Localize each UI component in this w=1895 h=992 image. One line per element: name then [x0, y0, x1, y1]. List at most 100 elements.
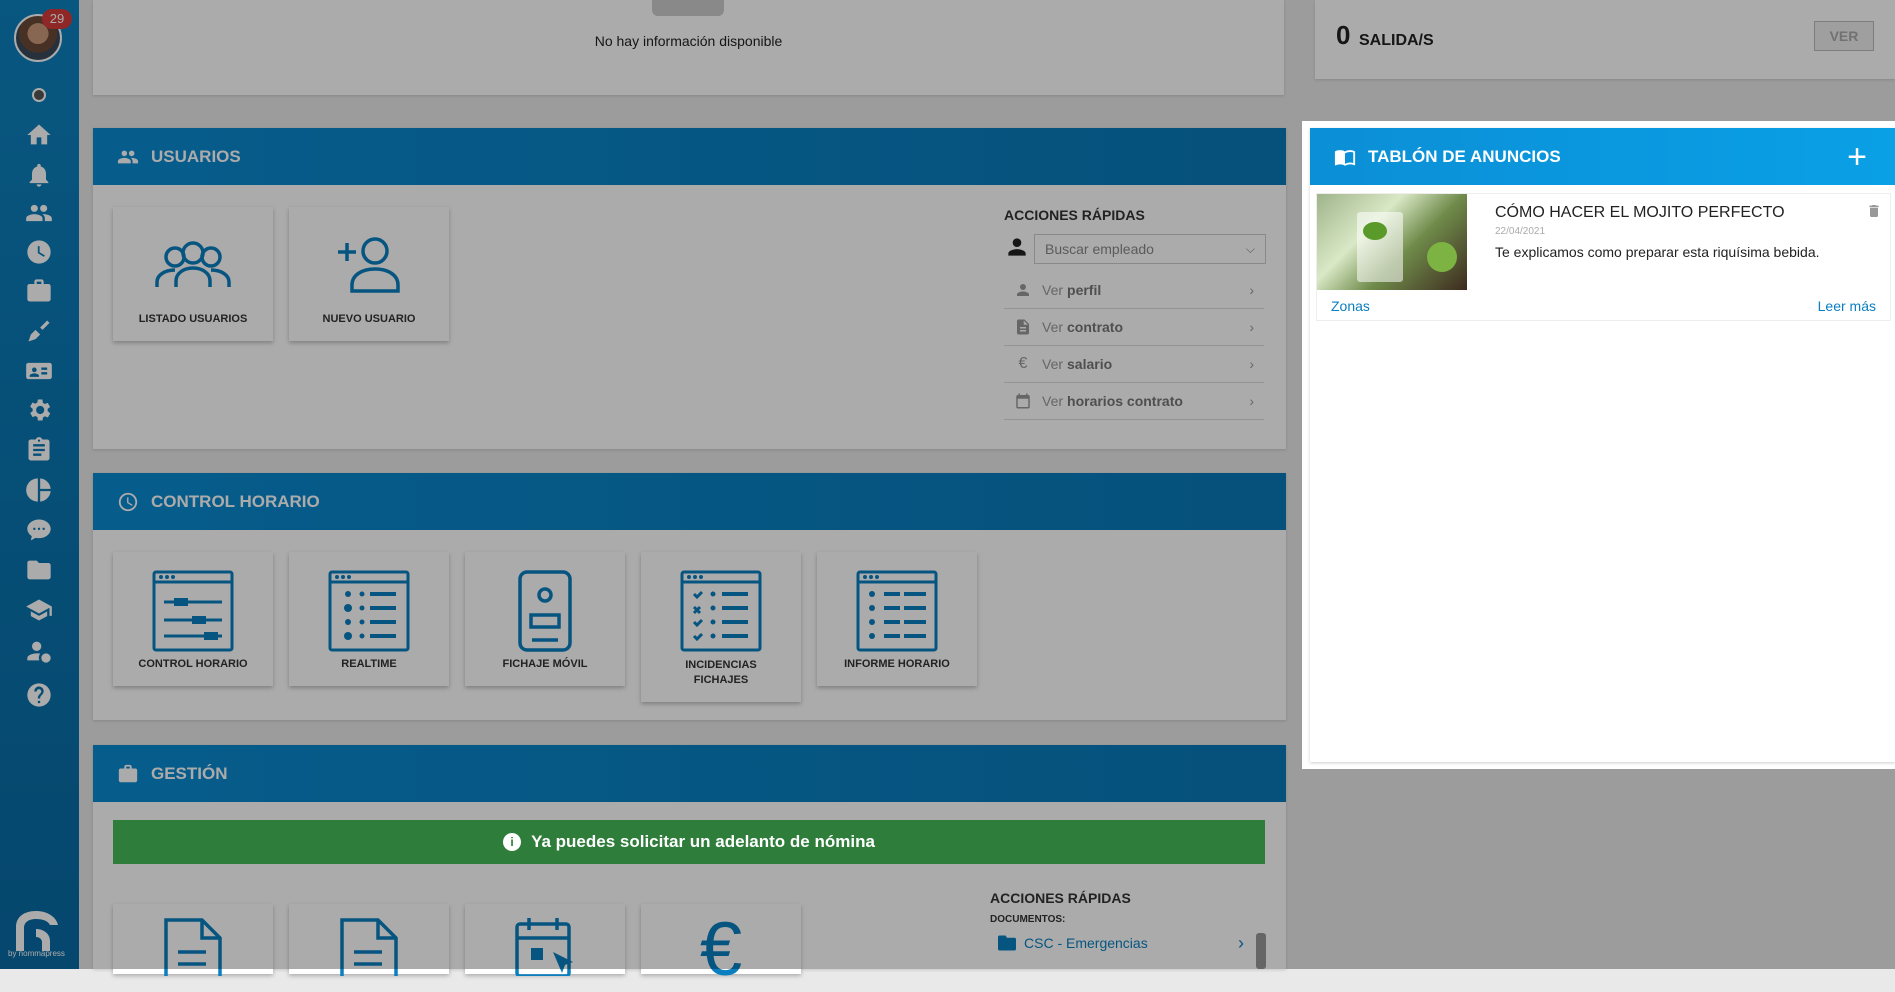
announcement-title: CÓMO HACER EL MOJITO PERFECTO — [1495, 204, 1785, 222]
document-icon — [338, 916, 400, 976]
exits-count: 0 — [1336, 20, 1350, 51]
mobile-phone-icon — [504, 570, 586, 652]
banner-text: Ya puedes solicitar un adelanto de nómin… — [531, 832, 875, 852]
documents-label: DOCUMENTOS: — [990, 914, 1065, 925]
quick-actions-title: ACCIONES RÁPIDAS — [990, 890, 1131, 906]
folder-icon — [998, 935, 1016, 951]
employee-search-placeholder: Buscar empleado — [1045, 241, 1154, 257]
realtime-list-icon — [328, 570, 410, 652]
chevron-right-icon: › — [1249, 282, 1254, 298]
announcements-title: TABLÓN DE ANUNCIOS — [1368, 147, 1561, 167]
document-name: CSC - Emergencias — [1024, 935, 1148, 951]
mojito-image — [1317, 194, 1467, 290]
action-label: contrato — [1067, 319, 1123, 335]
time-control-section: CONTROL HORARIO CONTROL HORARIO REALTIME… — [93, 473, 1286, 720]
tile-label: FICHAJE MÓVIL — [503, 657, 588, 672]
empty-placeholder-icon — [652, 0, 724, 16]
tile-label: LISTADO USUARIOS — [139, 312, 248, 327]
announcement-text: Te explicamos como preparar esta riquísi… — [1495, 244, 1820, 260]
document-icon — [1014, 318, 1032, 336]
employee-search-select[interactable]: Buscar empleado ⌵ — [1034, 234, 1266, 264]
scrollbar-thumb[interactable] — [1256, 933, 1266, 969]
tile-time-control[interactable]: CONTROL HORARIO — [113, 552, 273, 686]
euro-icon: € — [1014, 355, 1032, 373]
tile-time-report[interactable]: INFORME HORARIO — [817, 552, 977, 686]
management-title: GESTIÓN — [151, 764, 228, 784]
report-list-icon — [856, 570, 938, 652]
calendar-click-icon — [513, 916, 577, 976]
tile-users-list[interactable]: LISTADO USUARIOS — [113, 207, 273, 341]
user-money-icon[interactable] — [24, 636, 54, 666]
clipboard-icon[interactable] — [24, 435, 54, 465]
document-link-csc[interactable]: CSC - Emergencias › — [990, 930, 1250, 956]
announcements-board: TABLÓN DE ANUNCIOS + CÓMO HACER EL MOJIT… — [1310, 128, 1895, 762]
action-view-contract[interactable]: Vercontrato › — [1004, 309, 1264, 346]
time-control-header: CONTROL HORARIO — [93, 473, 1286, 530]
tile-document-1[interactable] — [113, 904, 273, 974]
view-button[interactable]: VER — [1814, 21, 1874, 51]
cleaning-icon[interactable] — [24, 316, 54, 346]
chat-icon[interactable] — [24, 515, 54, 545]
users-icon[interactable] — [24, 198, 54, 228]
time-control-title: CONTROL HORARIO — [151, 492, 320, 512]
tile-label: CONTROL HORARIO — [138, 657, 247, 672]
management-header: GESTIÓN — [93, 745, 1286, 802]
action-view-salary[interactable]: € Versalario › — [1004, 346, 1264, 383]
sidebar: 29 by nommapress — [0, 0, 79, 969]
action-label: salario — [1067, 356, 1112, 372]
action-prefix: Ver — [1042, 393, 1063, 409]
tile-calendar-click[interactable] — [465, 904, 625, 974]
incidents-list-icon — [680, 570, 762, 652]
brand-logo-icon — [10, 905, 66, 955]
notification-badge: 29 — [42, 9, 72, 29]
add-announcement-icon[interactable]: + — [1847, 140, 1867, 174]
book-icon — [1334, 146, 1356, 168]
users-group-icon — [152, 225, 234, 307]
empty-text: No hay información disponible — [93, 33, 1284, 49]
euro-icon: € — [700, 912, 742, 988]
pie-chart-icon[interactable] — [24, 475, 54, 505]
users-quick-actions: ACCIONES RÁPIDAS Buscar empleado ⌵ Verpe… — [1004, 207, 1266, 437]
tile-mobile-check[interactable]: FICHAJE MÓVIL — [465, 552, 625, 686]
contact-card-icon[interactable] — [24, 356, 54, 386]
action-view-schedule[interactable]: Verhorarios contrato › — [1004, 383, 1264, 420]
clock-icon — [117, 491, 139, 513]
person-icon — [1014, 281, 1032, 299]
tile-payroll-advance[interactable]: € — [641, 904, 801, 974]
payroll-advance-banner[interactable]: i Ya puedes solicitar un adelanto de nóm… — [113, 820, 1265, 864]
add-user-icon — [328, 225, 410, 307]
tile-label: REALTIME — [341, 657, 396, 672]
quick-actions-title: ACCIONES RÁPIDAS — [1004, 207, 1145, 223]
person-icon — [1004, 234, 1030, 260]
exits-card: 0 SALIDA/S VER — [1315, 0, 1895, 79]
sliders-window-icon — [152, 570, 234, 652]
empty-card: No hay información disponible — [93, 0, 1284, 95]
info-icon: i — [503, 833, 521, 851]
graduation-cap-icon[interactable] — [24, 595, 54, 625]
action-view-profile[interactable]: Verperfil › — [1004, 272, 1264, 309]
clock-icon[interactable] — [24, 237, 54, 267]
home-icon[interactable] — [24, 120, 54, 150]
gear-icon[interactable] — [24, 395, 54, 425]
users-section: USUARIOS LISTADO USUARIOS NUEVO USUARIO … — [93, 128, 1286, 449]
chevron-right-icon: › — [1249, 356, 1254, 372]
announcement-card[interactable]: CÓMO HACER EL MOJITO PERFECTO 22/04/2021… — [1316, 193, 1891, 321]
tile-check-incidents[interactable]: INCIDENCIAS FICHAJES — [641, 552, 801, 702]
tile-document-2[interactable] — [289, 904, 449, 974]
read-more-link[interactable]: Leer más — [1818, 298, 1876, 314]
chevron-right-icon: › — [1249, 393, 1254, 409]
action-label: perfil — [1067, 282, 1101, 298]
tile-label: INFORME HORARIO — [844, 657, 950, 672]
announcement-tag-link[interactable]: Zonas — [1331, 298, 1370, 314]
document-icon — [162, 916, 224, 976]
tile-new-user[interactable]: NUEVO USUARIO — [289, 207, 449, 341]
briefcase-icon[interactable] — [24, 276, 54, 306]
bell-icon[interactable] — [24, 160, 54, 190]
trash-icon[interactable] — [1866, 202, 1882, 220]
announcements-highlight: TABLÓN DE ANUNCIOS + CÓMO HACER EL MOJIT… — [1302, 121, 1895, 769]
folder-open-icon[interactable] — [24, 555, 54, 585]
help-icon[interactable] — [24, 680, 54, 710]
tile-realtime[interactable]: REALTIME — [289, 552, 449, 686]
announcements-header: TABLÓN DE ANUNCIOS + — [1310, 128, 1895, 185]
chevron-right-icon: › — [1238, 933, 1244, 954]
